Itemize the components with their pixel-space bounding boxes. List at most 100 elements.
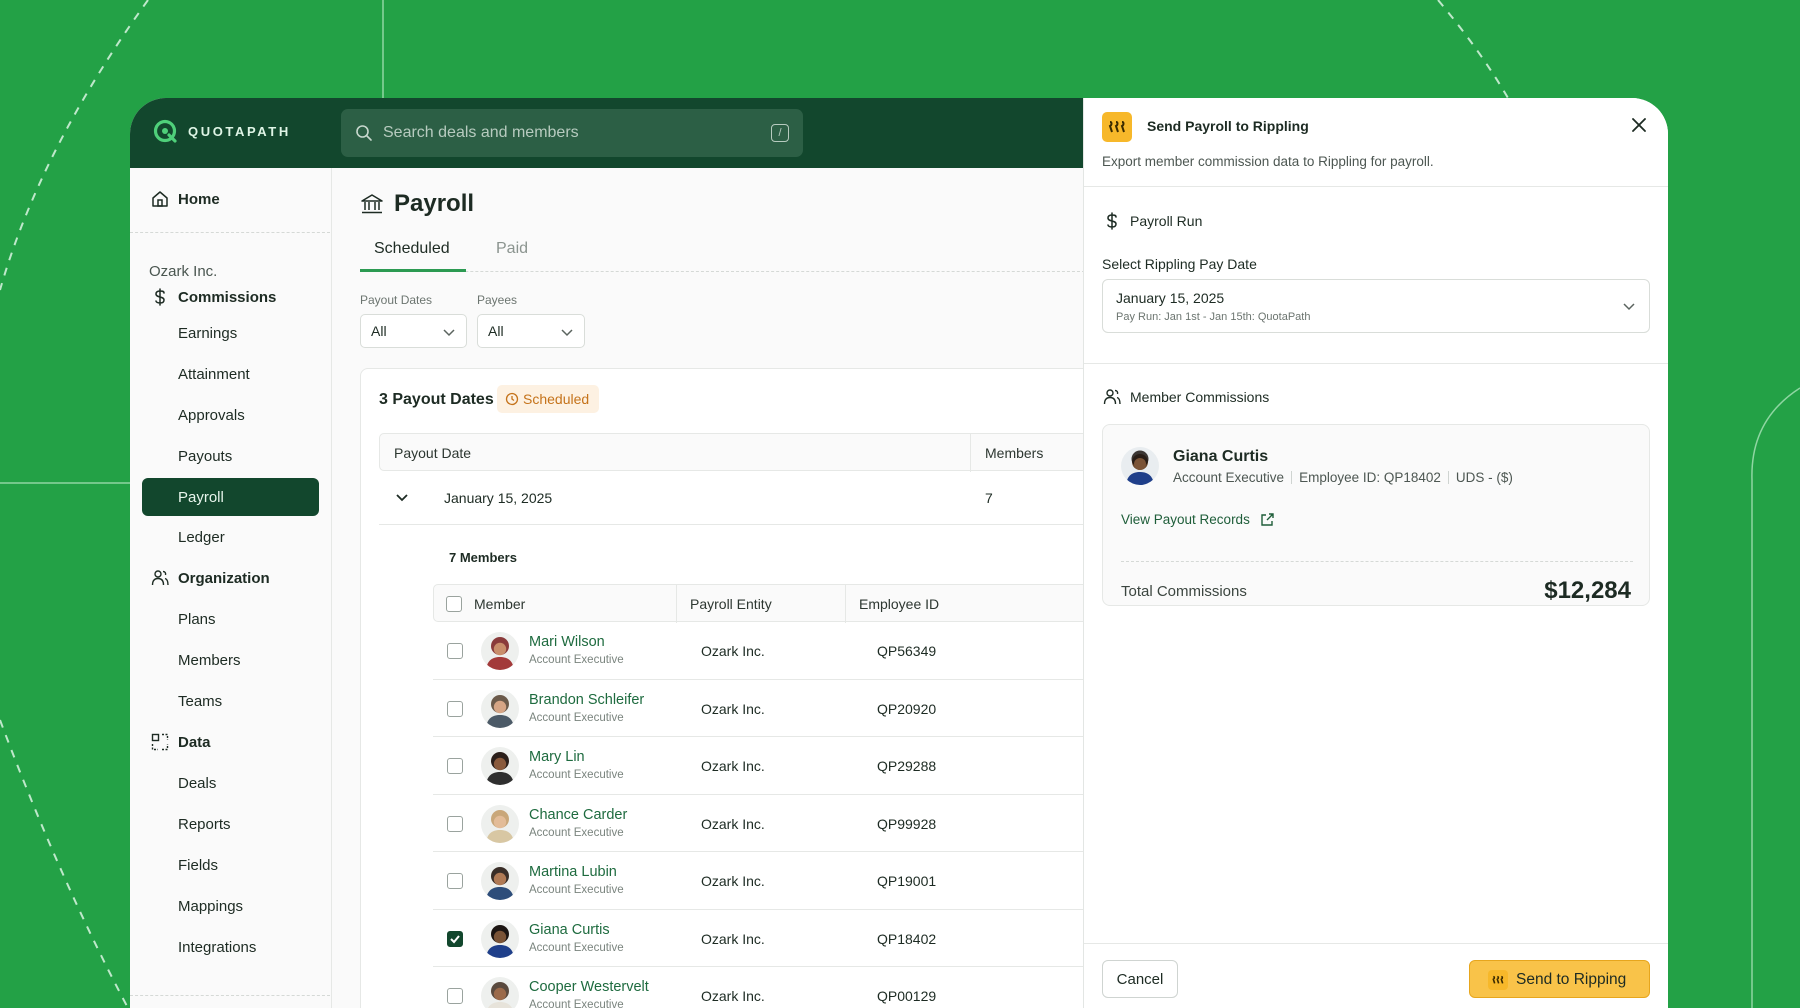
close-icon[interactable] — [1630, 116, 1648, 134]
row-checkbox[interactable] — [447, 815, 463, 832]
sidebar-item-label: Data — [178, 733, 211, 751]
bank-icon — [361, 194, 383, 214]
member-name[interactable]: Cooper Westervelt — [529, 979, 649, 995]
member-name[interactable]: Martina Lubin — [529, 864, 617, 880]
table-row[interactable]: Cooper Westervelt Account Executive Ozark … — [433, 967, 1083, 1008]
row-checkbox[interactable] — [447, 643, 463, 659]
row-checkbox[interactable] — [447, 930, 463, 947]
member-name[interactable]: Chance Carder — [529, 807, 627, 823]
divider — [1121, 561, 1633, 562]
sidebar-item-home[interactable]: Home — [142, 180, 319, 218]
payees-select[interactable]: All — [477, 314, 585, 348]
table-row[interactable]: Giana Curtis Account Executive Ozark Inc. Q… — [433, 910, 1083, 967]
sidebar-item-organization[interactable]: Organization — [142, 559, 319, 597]
payroll-entity: Ozark Inc. — [701, 873, 765, 889]
sidebar-item-reports[interactable]: Reports — [142, 805, 319, 843]
status-badge-label: Scheduled — [523, 391, 590, 407]
sidebar-item-ledger[interactable]: Ledger — [142, 518, 319, 556]
pay-date-select[interactable]: January 15, 2025 Pay Run: Jan 1st - Jan … — [1102, 279, 1650, 333]
sidebar-item-integrations[interactable]: Integrations — [142, 928, 319, 966]
clock-icon — [505, 392, 519, 406]
search-bar[interactable]: / — [341, 109, 803, 157]
sidebar-item-data[interactable]: Data — [142, 723, 319, 761]
logo[interactable]: QUOTAPATH — [152, 118, 291, 144]
employee-id: QP56349 — [877, 643, 937, 659]
sidebar-item-payroll[interactable]: Payroll — [142, 478, 319, 516]
member-name[interactable]: Mari Wilson — [529, 634, 605, 650]
employee-id: QP18402 — [877, 930, 937, 947]
member-name[interactable]: Mary Lin — [529, 749, 585, 765]
view-payout-records-link[interactable]: View Payout Records — [1121, 512, 1275, 527]
table-row[interactable]: Brandon Schleifer Account Executive Ozark … — [433, 680, 1083, 737]
members-table-body: Mari Wilson Account Executive Ozark Inc. QP… — [433, 622, 1083, 1008]
select-value: All — [488, 323, 504, 339]
member-name[interactable]: Giana Curtis — [529, 922, 610, 938]
payout-member-count: 7 — [985, 490, 993, 506]
row-checkbox[interactable] — [447, 758, 463, 774]
tab-bar: Scheduled Paid — [360, 240, 1083, 272]
sidebar-item-label: Fields — [178, 856, 219, 874]
avatar — [481, 862, 519, 900]
member-commission-card: Giana Curtis Account Executive Employee … — [1102, 424, 1650, 606]
row-checkbox[interactable] — [447, 873, 463, 889]
sidebar-item-label: Ledger — [178, 528, 225, 546]
table-row[interactable]: Mary Lin Account Executive Ozark Inc. QP292… — [433, 737, 1083, 795]
column-header-payout-date: Payout Date — [394, 445, 472, 461]
sidebar-item-label: Earnings — [178, 324, 238, 342]
divider — [1084, 186, 1668, 187]
member-employee-id: Employee ID: QP18402 — [1299, 470, 1441, 485]
cancel-button[interactable]: Cancel — [1102, 960, 1178, 998]
send-to-rippling-button[interactable]: Send to Ripping — [1469, 960, 1650, 998]
sidebar-item-label: Organization — [178, 569, 270, 587]
select-all-checkbox[interactable] — [446, 596, 462, 612]
sidebar-item-mappings[interactable]: Mappings — [142, 887, 319, 925]
link-label: View Payout Records — [1121, 512, 1250, 527]
row-checkbox[interactable] — [447, 700, 463, 717]
payroll-entity: Ozark Inc. — [701, 700, 765, 717]
avatar — [1121, 447, 1159, 485]
member-role: Account Executive — [529, 941, 624, 954]
filter-label-payees: Payees — [477, 293, 518, 307]
dollar-icon — [155, 288, 165, 306]
sidebar-item-payouts[interactable]: Payouts — [142, 437, 319, 475]
sidebar-item-attainment[interactable]: Attainment — [142, 355, 319, 393]
sidebar-item-earnings[interactable]: Earnings — [142, 314, 319, 352]
avatar — [481, 747, 519, 785]
sidebar-item-label: Payroll — [178, 488, 224, 506]
page-title-text: Payroll — [394, 190, 475, 217]
quotapath-logo-icon — [153, 119, 177, 143]
members-count-label: 7 Members — [449, 550, 517, 565]
rippling-logo-icon — [1488, 970, 1508, 990]
chevron-down-icon[interactable] — [395, 490, 409, 504]
table-row[interactable]: Mari Wilson Account Executive Ozark Inc. QP… — [433, 622, 1083, 680]
sidebar-item-plans[interactable]: Plans — [142, 600, 319, 638]
sidebar-item-fields[interactable]: Fields — [142, 846, 319, 884]
sidebar-divider — [130, 232, 330, 233]
sidebar-divider — [130, 995, 330, 996]
payout-dates-select[interactable]: All — [360, 314, 467, 348]
sidebar-item-members[interactable]: Members — [142, 641, 319, 679]
search-input[interactable] — [383, 124, 771, 142]
table-row[interactable]: Martina Lubin Account Executive Ozark Inc.… — [433, 852, 1083, 910]
divider — [1084, 363, 1668, 364]
sidebar-item-approvals[interactable]: Approvals — [142, 396, 319, 434]
section-title-member-commissions: Member Commissions — [1130, 389, 1270, 405]
row-checkbox[interactable] — [447, 988, 463, 1004]
tab-paid[interactable]: Paid — [496, 240, 556, 272]
payroll-entity: Ozark Inc. — [701, 643, 765, 659]
total-commissions-value: $12,284 — [1544, 577, 1631, 604]
member-name[interactable]: Brandon Schleifer — [529, 692, 644, 708]
sidebar-item-label: Integrations — [178, 938, 257, 956]
sidebar-item-deals[interactable]: Deals — [142, 764, 319, 802]
search-shortcut-hint: / — [771, 124, 789, 142]
sidebar-item-teams[interactable]: Teams — [142, 682, 319, 720]
tab-scheduled[interactable]: Scheduled — [360, 240, 466, 272]
main-content: Payroll Scheduled Paid Payout Dates All … — [332, 168, 1083, 1008]
members-table: Member Payroll Entity Employee ID Mari W… — [433, 584, 1083, 1008]
sidebar-item-commissions[interactable]: Commissions — [142, 278, 319, 316]
table-row[interactable]: Chance Carder Account Executive Ozark Inc.… — [433, 795, 1083, 852]
employee-id: QP99928 — [877, 815, 937, 832]
payout-row[interactable]: January 15, 2025 7 — [379, 471, 1083, 525]
employee-id: QP00129 — [877, 988, 937, 1004]
sidebar-item-label: Payouts — [178, 447, 233, 465]
